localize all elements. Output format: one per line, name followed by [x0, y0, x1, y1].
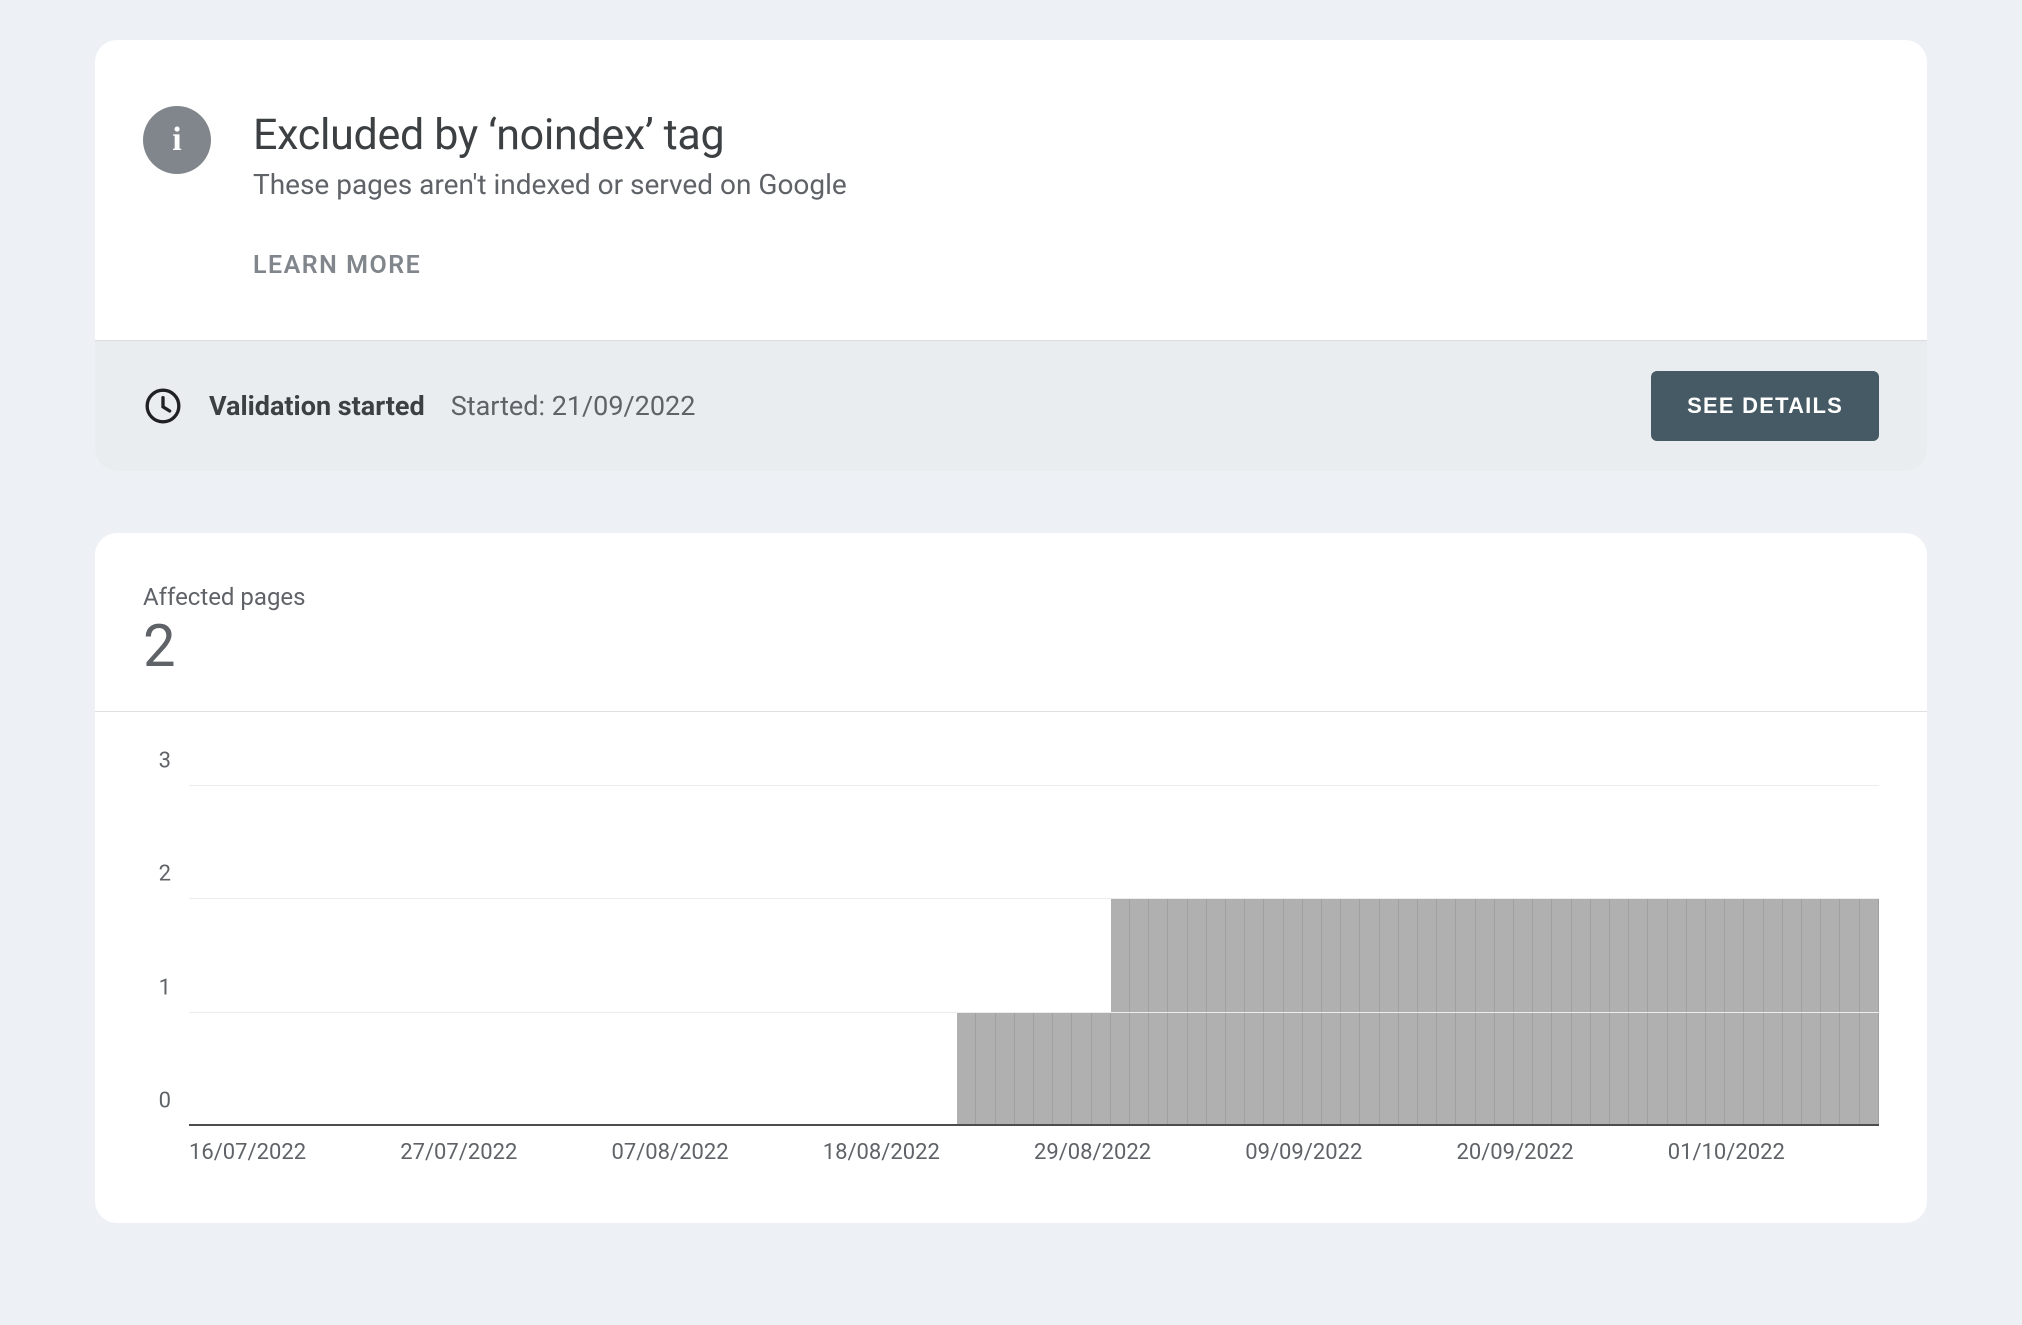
chart-bar	[1207, 899, 1226, 1126]
x-tick-label: 09/09/2022	[1245, 1140, 1456, 1165]
chart-bar	[1687, 899, 1706, 1126]
chart-bar	[1072, 1013, 1091, 1126]
chart-bar	[1226, 899, 1245, 1126]
validation-status-label: Validation started	[209, 390, 425, 422]
gridline	[189, 785, 1879, 786]
chart-bar	[1668, 899, 1687, 1126]
chart-bar	[1764, 899, 1783, 1126]
summary-card: i Excluded by ‘noindex’ tag These pages …	[95, 40, 1927, 471]
chart-bar	[1648, 899, 1667, 1126]
chart-bar	[1802, 899, 1821, 1126]
chart-bar	[1092, 1013, 1111, 1126]
see-details-button[interactable]: SEE DETAILS	[1651, 371, 1879, 441]
chart-bar	[1552, 899, 1571, 1126]
chart-bar	[1821, 899, 1840, 1126]
y-tick-label: 0	[159, 1089, 171, 1114]
chart-bar	[1111, 899, 1130, 1126]
chart-bar	[1130, 899, 1149, 1126]
divider	[95, 711, 1927, 712]
validation-status-date: Started: 21/09/2022	[451, 390, 696, 422]
chart-bar	[1380, 899, 1399, 1126]
chart-bar	[1245, 899, 1264, 1126]
chart-baseline	[189, 1124, 1879, 1126]
chart-bar	[1418, 899, 1437, 1126]
chart-plot-area	[189, 746, 1879, 1126]
chart-bar	[1168, 899, 1187, 1126]
summary-subtitle: These pages aren't indexed or served on …	[253, 168, 1879, 201]
chart-bar	[1053, 1013, 1072, 1126]
x-tick-label: 01/10/2022	[1668, 1140, 1879, 1165]
x-tick-label: 29/08/2022	[1034, 1140, 1245, 1165]
chart-bars	[189, 746, 1879, 1126]
y-axis: 0 1 2 3	[143, 746, 171, 1126]
chart-bar	[1572, 899, 1591, 1126]
info-icon: i	[143, 106, 211, 174]
chart-bar	[1149, 899, 1168, 1126]
learn-more-link[interactable]: LEARN MORE	[253, 251, 421, 280]
chart-bar	[1744, 899, 1763, 1126]
chart-bar	[1783, 899, 1802, 1126]
chart-bar	[1725, 899, 1744, 1126]
chart-bar	[1322, 899, 1341, 1126]
chart-bar	[1629, 899, 1648, 1126]
chart-bar	[1706, 899, 1725, 1126]
x-axis: 16/07/202227/07/202207/08/202218/08/2022…	[189, 1140, 1879, 1165]
chart-bar	[1284, 899, 1303, 1126]
chart-bar	[1264, 899, 1283, 1126]
y-tick-label: 1	[159, 975, 171, 1000]
affected-pages-label: Affected pages	[143, 583, 1879, 611]
y-tick-label: 3	[159, 749, 171, 774]
chart-bar	[996, 1013, 1015, 1126]
chart-bar	[957, 1013, 976, 1126]
chart-bar	[1188, 899, 1207, 1126]
chart-bar	[1610, 899, 1629, 1126]
chart-bar	[1015, 1013, 1034, 1126]
bar-chart: 0 1 2 3	[143, 746, 1879, 1126]
chart-bar	[976, 1013, 995, 1126]
y-tick-label: 2	[159, 862, 171, 887]
chart-bar	[1840, 899, 1859, 1126]
x-tick-label: 16/07/2022	[189, 1140, 400, 1165]
gridline	[189, 1012, 1879, 1013]
chart-bar	[1495, 899, 1514, 1126]
chart-bar	[1476, 899, 1495, 1126]
x-tick-label: 07/08/2022	[612, 1140, 823, 1165]
gridline	[189, 898, 1879, 899]
chart-bar	[1533, 899, 1552, 1126]
summary-header: i Excluded by ‘noindex’ tag These pages …	[95, 40, 1927, 340]
affected-pages-card: Affected pages 2 0 1 2 3 16/07/202227/07/20…	[95, 533, 1927, 1223]
chart-bar	[1341, 899, 1360, 1126]
x-tick-label: 18/08/2022	[823, 1140, 1034, 1165]
chart-bar	[1591, 899, 1610, 1126]
chart-bar	[1514, 899, 1533, 1126]
chart-bar	[1860, 899, 1879, 1126]
chart-bar	[1360, 899, 1379, 1126]
validation-status-bar: Validation started Started: 21/09/2022 S…	[95, 340, 1927, 471]
x-tick-label: 27/07/2022	[400, 1140, 611, 1165]
chart-bar	[1034, 1013, 1053, 1126]
chart-bar	[1456, 899, 1475, 1126]
affected-pages-count: 2	[143, 613, 1879, 681]
chart-bar	[1399, 899, 1418, 1126]
clock-icon	[143, 386, 183, 426]
chart-bar	[1303, 899, 1322, 1126]
summary-texts: Excluded by ‘noindex’ tag These pages ar…	[253, 110, 1879, 280]
x-tick-label: 20/09/2022	[1457, 1140, 1668, 1165]
chart-bar	[1437, 899, 1456, 1126]
summary-title: Excluded by ‘noindex’ tag	[253, 110, 1879, 160]
